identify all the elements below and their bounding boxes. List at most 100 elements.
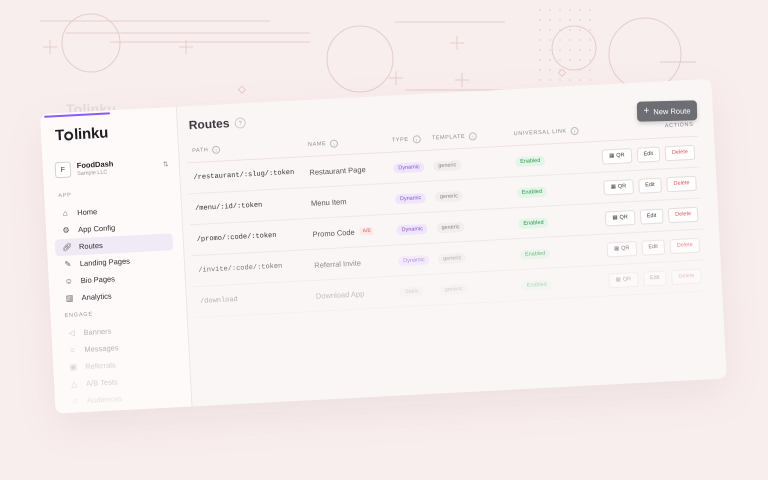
edit-button[interactable]: Edit xyxy=(639,208,664,225)
qr-button[interactable]: ▦ QR xyxy=(601,147,632,165)
edit-button[interactable]: Edit xyxy=(641,238,666,256)
sidebar-item-label: Bio Pages xyxy=(80,274,116,286)
qr-button[interactable]: ▦ QR xyxy=(606,240,637,257)
route-name: Promo Code xyxy=(312,227,355,239)
delete-button[interactable]: Delete xyxy=(667,206,699,223)
sidebar-accent-bar xyxy=(44,112,111,118)
info-icon: i xyxy=(212,145,221,155)
qr-label: QR xyxy=(616,152,625,159)
flask-icon: △ xyxy=(70,379,78,389)
sidebar-item-label: Referrals xyxy=(85,360,116,371)
type-badge: Dynamic xyxy=(393,161,425,174)
section-label-app: APP xyxy=(58,192,72,200)
routes-table: PATH i NAME i TYPE i TEMPLATE i UNIVERSAL LI… xyxy=(185,113,707,319)
app-window: Tlinku F FoodDash Sample LLC ⇅ APP ⌂ Hom… xyxy=(40,78,727,414)
universal-link-status: Enabled xyxy=(514,155,546,167)
section-label-engage: ENGAGE xyxy=(64,311,94,319)
workspace-avatar: F xyxy=(54,161,72,179)
nav-engage: ◁ Banners ○ Messages ▣ Referrals △ A/B T… xyxy=(59,319,181,410)
sidebar-item-label: Analytics xyxy=(81,291,112,303)
header-name: NAME xyxy=(307,141,327,149)
workspace-org: Sample LLC xyxy=(77,169,108,178)
template-badge: generic xyxy=(439,283,469,295)
header-template: TEMPLATE xyxy=(431,133,466,142)
workspace-switcher[interactable]: F FoodDash Sample LLC ⇅ xyxy=(54,153,169,181)
qr-label: QR xyxy=(617,183,627,190)
route-name: Download App xyxy=(315,288,365,301)
qr-label: QR xyxy=(622,276,632,283)
info-icon: i xyxy=(570,126,579,136)
home-icon: ⌂ xyxy=(62,208,68,218)
route-path: /promo/:code/:token xyxy=(196,231,277,244)
header-actions: ACTIONS xyxy=(664,121,694,130)
delete-button[interactable]: Delete xyxy=(664,144,696,161)
info-icon: i xyxy=(330,139,339,148)
qr-button[interactable]: ▦ QR xyxy=(605,209,636,227)
sidebar-item-label: Home xyxy=(76,207,98,218)
info-icon: i xyxy=(412,135,421,144)
brush-icon: ✎ xyxy=(64,259,72,269)
sidebar-item-label: Audiences xyxy=(86,394,123,405)
route-name: Menu Item xyxy=(310,196,347,208)
qr-icon: ▦ xyxy=(613,245,620,253)
universal-link-status: Enabled xyxy=(521,278,553,291)
route-path: /download xyxy=(199,295,239,306)
header-path: PATH xyxy=(191,147,209,155)
universal-link-status: Enabled xyxy=(516,186,548,198)
main-content: Routes ? PATH i NAME i TYPE i TEMPLATE i UNI… xyxy=(176,79,727,407)
gift-icon: ▣ xyxy=(69,362,78,372)
delete-button[interactable]: Delete xyxy=(666,175,697,192)
user-icon: ☺ xyxy=(64,276,74,286)
type-badge: Dynamic xyxy=(397,254,430,266)
delete-button[interactable]: Delete xyxy=(671,268,702,285)
qr-icon: ▦ xyxy=(608,153,615,160)
universal-link-status: Enabled xyxy=(519,247,551,260)
qr-label: QR xyxy=(621,245,630,252)
route-name: Restaurant Page xyxy=(309,164,366,177)
chevron-up-down-icon: ⇅ xyxy=(162,161,170,169)
logo-o-mark xyxy=(64,131,74,141)
new-route-label: New Route xyxy=(653,105,691,116)
message-icon: ○ xyxy=(69,345,76,355)
plus-icon: + xyxy=(643,105,650,117)
help-icon[interactable]: ? xyxy=(234,117,247,129)
nav-app: ⌂ Home ⚙ App Config 🔗︎ Routes ✎ Landing … xyxy=(53,199,176,307)
template-badge: generic xyxy=(437,252,467,264)
qr-button[interactable]: ▦ QR xyxy=(608,271,639,288)
megaphone-icon: ◁ xyxy=(68,328,75,338)
type-badge: Dynamic xyxy=(396,223,429,235)
edit-button[interactable]: Edit xyxy=(642,269,667,287)
template-badge: generic xyxy=(434,190,464,202)
sidebar-item-label: Messages xyxy=(84,343,119,354)
template-badge: generic xyxy=(432,159,462,171)
qr-icon: ▦ xyxy=(615,276,621,284)
page-title: Routes xyxy=(188,116,230,133)
type-badge: Dynamic xyxy=(394,192,427,205)
route-name: Referral Invite xyxy=(314,257,362,270)
sidebar-item-label: Landing Pages xyxy=(79,256,131,269)
qr-button[interactable]: ▦ QR xyxy=(603,178,634,196)
info-icon: i xyxy=(468,132,478,141)
users-icon: ☺ xyxy=(70,396,80,406)
header-type: TYPE xyxy=(391,136,409,144)
gear-icon: ⚙ xyxy=(62,225,70,235)
new-route-button[interactable]: + New Route xyxy=(636,100,698,122)
header-universal-link: UNIVERSAL LINK xyxy=(513,128,567,138)
edit-button[interactable]: Edit xyxy=(636,146,661,163)
route-path: /menu/:id/:token xyxy=(194,201,263,214)
qr-icon: ▦ xyxy=(610,183,617,191)
qr-label: QR xyxy=(619,214,628,221)
sidebar-item-label: Banners xyxy=(83,326,112,338)
type-badge: Static xyxy=(399,285,424,297)
edit-button[interactable]: Edit xyxy=(637,177,663,194)
delete-button[interactable]: Delete xyxy=(669,237,701,254)
route-path: /invite/:code/:token xyxy=(198,262,283,275)
sidebar: Tlinku F FoodDash Sample LLC ⇅ APP ⌂ Hom… xyxy=(40,106,193,414)
sidebar-item-label: App Config xyxy=(77,223,116,235)
link-icon: 🔗︎ xyxy=(61,242,73,253)
sidebar-item-label: Routes xyxy=(78,240,103,252)
qr-icon: ▦ xyxy=(612,214,618,222)
ab-test-badge: A/B xyxy=(359,226,374,236)
workspace-name: FoodDash xyxy=(76,159,114,171)
sidebar-item-label: A/B Tests xyxy=(85,377,118,388)
